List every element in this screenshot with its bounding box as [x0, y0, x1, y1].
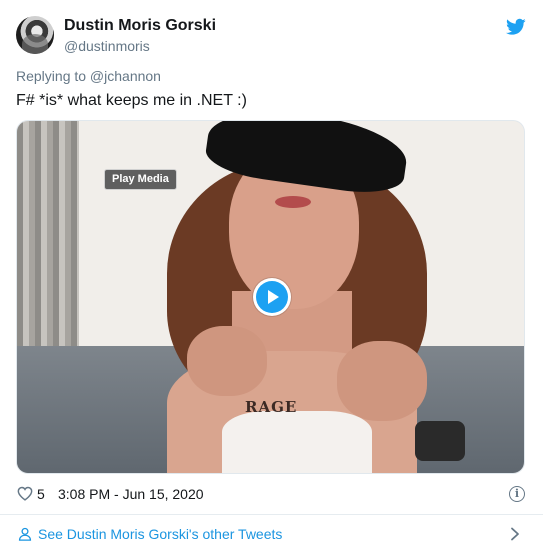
play-button[interactable] — [253, 278, 291, 316]
avatar[interactable] — [16, 16, 54, 54]
chevron-right-icon[interactable] — [510, 527, 520, 541]
media-watch — [415, 421, 465, 461]
embedded-tweet-card: Dustin Moris Gorski @dustinmoris Replyin… — [0, 0, 543, 549]
divider — [0, 514, 543, 515]
author-name[interactable]: Dustin Moris Gorski — [64, 16, 216, 36]
info-icon[interactable]: i — [509, 486, 525, 502]
replying-to[interactable]: Replying to @jchannon — [16, 67, 161, 85]
see-other-tweets-link[interactable]: See Dustin Moris Gorski's other Tweets — [38, 526, 282, 542]
media-lips — [275, 196, 311, 208]
media-tattoo: RAGE — [245, 398, 298, 416]
heart-icon[interactable] — [17, 486, 33, 501]
play-icon — [268, 290, 279, 304]
twitter-bird-icon[interactable] — [506, 18, 526, 36]
media-hand-left — [187, 326, 267, 396]
media-hand-right — [337, 341, 427, 421]
tweet-text: F# *is* what keeps me in .NET :) — [16, 92, 247, 109]
media-top — [222, 411, 372, 473]
author-handle[interactable]: @dustinmoris — [64, 37, 150, 55]
info-glyph: i — [514, 487, 520, 500]
play-media-tooltip: Play Media — [104, 169, 177, 190]
play-button-circle — [256, 281, 288, 313]
user-icon — [18, 527, 32, 541]
tweet-timestamp[interactable]: 3:08 PM - Jun 15, 2020 — [58, 486, 204, 502]
like-count[interactable]: 5 — [37, 486, 45, 502]
avatar-photo — [22, 34, 48, 54]
tweet-media[interactable]: RAGE Play Media — [16, 120, 525, 474]
